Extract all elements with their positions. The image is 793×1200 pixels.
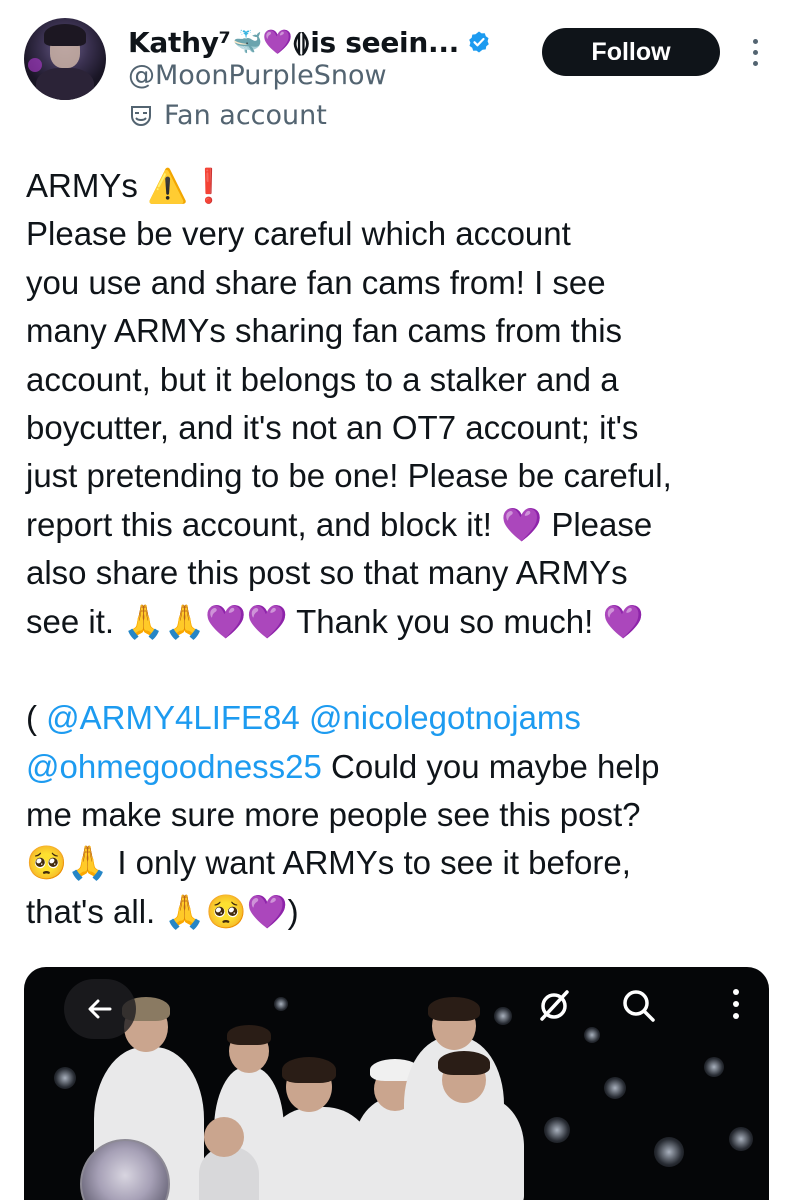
eye-slash-icon: [540, 990, 569, 1021]
back-button[interactable]: [64, 979, 136, 1039]
follow-button[interactable]: Follow: [542, 28, 720, 76]
account-label: Fan account: [128, 100, 327, 131]
tweet-line: you use and share fan cams from! I see: [26, 263, 606, 301]
performer-hair: [282, 1057, 336, 1083]
tweet-line: me make sure more people see this post?: [26, 796, 641, 834]
performer-hair: [438, 1051, 490, 1075]
tweet-header: Kathy⁷ 🐳💜⟬⟭ is seein... @MoonPurpleSnow …: [0, 0, 793, 150]
tweet-line: also share this post so that many ARMYs: [26, 554, 628, 592]
display-name-suffix: is seein...: [310, 25, 459, 59]
lightstick-bokeh: [494, 1007, 512, 1025]
tweet-line: see it. 🙏🙏💜💜 Thank you so much! 💜: [26, 602, 644, 640]
avatar-light: [28, 58, 42, 72]
tweet-line: report this account, and block it! 💜 Ple…: [26, 505, 653, 543]
lightstick-bokeh: [654, 1137, 684, 1167]
mention-line: @ohmegoodness25 Could you maybe help: [26, 743, 766, 791]
performer-head: [204, 1117, 244, 1157]
tweet-line: that's all. 🙏🥺💜): [26, 892, 299, 930]
mention-separator: [300, 699, 309, 736]
search-icon: [623, 990, 655, 1022]
tweet-line: 🥺🙏 I only want ARMYs to see it before,: [26, 844, 631, 882]
lightstick-bokeh: [54, 1067, 76, 1089]
tweet-line: ARMYs ⚠️❗: [26, 167, 230, 204]
attached-screenshot-image[interactable]: [24, 967, 769, 1200]
performer-figure: [434, 1097, 524, 1200]
arrow-left-icon: [88, 999, 112, 1019]
tweet-line: account, but it belongs to a stalker and…: [26, 360, 619, 398]
verified-badge-icon: [469, 31, 489, 53]
whale-emoji: 🐳: [232, 28, 263, 56]
theater-masks-icon: [131, 105, 151, 126]
mention-line-text: Could you maybe help: [321, 747, 660, 785]
lightstick-bokeh: [604, 1077, 626, 1099]
mention-link-nicolegotnojams[interactable]: @nicolegotnojams: [309, 699, 581, 736]
lightstick-bokeh: [729, 1127, 753, 1151]
avatar-hair: [44, 24, 86, 46]
mention-link-ohmegoodness25[interactable]: @ohmegoodness25: [26, 748, 322, 785]
lightstick-bokeh: [274, 997, 288, 1011]
account-label-text: Fan account: [164, 100, 327, 131]
mention-line: ( @ARMY4LIFE84 @nicolegotnojams: [26, 694, 766, 742]
lightstick-bokeh: [584, 1027, 600, 1043]
open-paren: (: [26, 699, 47, 737]
hide-button[interactable]: [529, 981, 579, 1031]
vertical-dots-icon[interactable]: [724, 979, 748, 1029]
tweet-line: boycutter, and it's not an OT7 account; …: [26, 408, 639, 446]
user-handle[interactable]: @MoonPurpleSnow: [128, 60, 387, 91]
more-options-icon[interactable]: [740, 30, 770, 74]
tweet-line: Please be very careful which account: [26, 215, 571, 253]
bts-logo-icon: ⟬⟭: [292, 28, 311, 56]
tweet-body: ARMYs ⚠️❗ Please be very careful which a…: [26, 162, 766, 936]
display-name-row[interactable]: Kathy⁷ 🐳💜⟬⟭ is seein...: [128, 22, 491, 62]
lightstick-bokeh: [704, 1057, 724, 1077]
performer-hair: [227, 1025, 271, 1045]
performer-hair: [428, 997, 480, 1021]
avatar-body: [36, 68, 94, 100]
search-button[interactable]: [614, 981, 664, 1031]
display-name[interactable]: Kathy⁷: [128, 26, 231, 59]
purple-heart-emoji: 💜: [262, 28, 293, 56]
tweet-line: just pretending to be one! Please be car…: [26, 457, 672, 495]
tweet-line: many ARMYs sharing fan cams from this: [26, 312, 623, 350]
user-avatar[interactable]: [24, 18, 106, 100]
lightstick-bokeh: [544, 1117, 570, 1143]
mention-link-army4life84[interactable]: @ARMY4LIFE84: [46, 699, 300, 736]
name-emoji-sequence: 🐳💜⟬⟭: [233, 28, 311, 56]
